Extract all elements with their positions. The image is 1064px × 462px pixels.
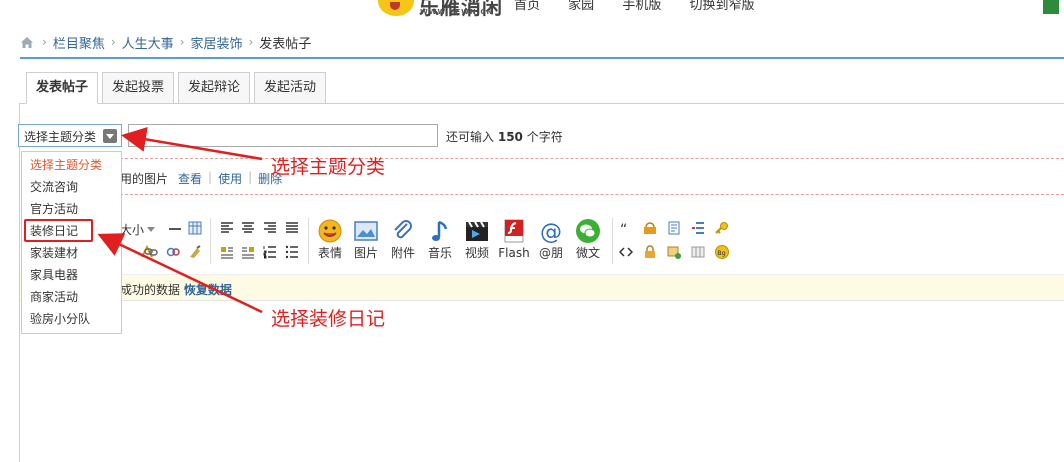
annotation-select-diary: 选择装修日记: [271, 308, 386, 330]
arrow-to-option: [97, 233, 263, 314]
annotation-select-category: 选择主题分类: [271, 156, 386, 178]
annotation-arrows: [97, 127, 263, 314]
arrow-to-select: [121, 127, 263, 161]
